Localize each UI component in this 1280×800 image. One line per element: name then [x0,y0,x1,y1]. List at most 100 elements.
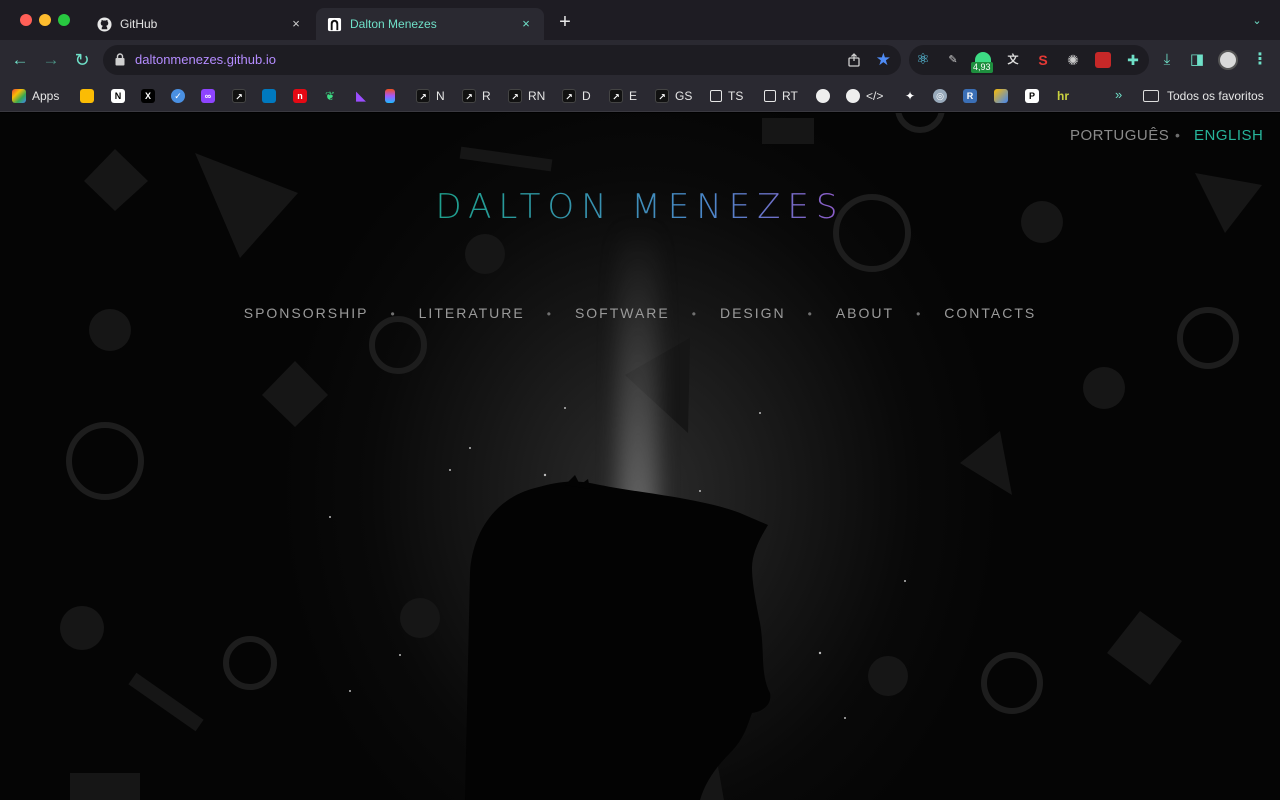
forward-arrow-icon[interactable]: → [41,50,61,70]
bookmark-item[interactable]: N [111,86,131,106]
nav-literature[interactable]: LITERATURE [419,305,525,321]
fullscreen-window-button[interactable] [58,14,70,26]
shortcut-icon: ↗ [416,89,430,103]
x-icon: X [141,89,155,103]
bookmark-item[interactable] [262,86,282,106]
translate-icon[interactable]: 文 [1005,52,1021,68]
bookmark-item[interactable]: X [141,86,161,106]
bookmark-item[interactable]: R [963,86,983,106]
bookmarks-bar: Apps N X ✓ ∞ ↗ n ❦ ◣ ↗ N ↗ R ↗ RN ↗ D ↗ E ↗ GS… [0,80,1280,112]
s-extension-icon[interactable]: S [1035,52,1051,68]
extension-badge: 4,93 [971,62,993,73]
apps-grid-icon [12,89,26,103]
tab-search-icon[interactable]: ⌄ [1250,14,1264,28]
bookmark-label: RT [782,89,798,103]
tab-close-icon[interactable]: × [288,16,304,32]
bookmark-label: D [582,89,591,103]
all-bookmarks-folder[interactable]: Todos os favoritos [1143,86,1264,106]
url-text[interactable]: daltonmenezes.github.io [135,52,276,67]
folder-label: Todos os favoritos [1167,89,1264,103]
openai-icon[interactable]: ✺ [1065,52,1081,68]
nav-about[interactable]: ABOUT [836,305,894,321]
bookmark-item[interactable]: ↗ R [462,86,491,106]
nav-contacts[interactable]: CONTACTS [944,305,1036,321]
nav-software[interactable]: SOFTWARE [575,305,670,321]
bookmark-item[interactable] [80,86,100,106]
page-icon [764,90,776,102]
browser-toolbar: ← → ↻ daltonmenezes.github.io ★ ⚛ ✎ 4,93… [0,40,1280,80]
bookmark-item[interactable]: ↗ RN [508,86,545,106]
r-icon: R [963,89,977,103]
ads-icon [994,89,1008,103]
github-icon [96,16,112,32]
bookmark-label: </> [866,89,884,103]
back-arrow-icon[interactable]: ← [10,50,30,70]
bookmark-item[interactable]: TS [710,86,743,106]
bookmark-item[interactable] [994,86,1014,106]
web-page: PORTUGUÊS • ENGLISH DALTON MENEZES SPONS… [0,113,1280,800]
bookmark-label: E [629,89,638,103]
avatar[interactable] [1218,50,1238,70]
pen-icon[interactable]: ✎ [945,52,961,68]
page-title[interactable]: DALTON MENEZES [0,187,1280,227]
bird-icon: ✦ [904,89,916,103]
more-bookmarks-icon[interactable]: » [1115,87,1122,102]
bookmark-item[interactable]: ✦ [903,86,923,106]
patreon-icon: P [1025,89,1039,103]
bookmark-item[interactable]: ↗ [232,86,252,106]
bookmark-item[interactable]: hr [1056,86,1076,106]
pdf-icon[interactable] [1095,52,1111,68]
bookmark-item[interactable]: ◎ [933,86,953,106]
notion-icon: N [111,89,125,103]
close-window-button[interactable] [20,14,32,26]
side-panel-icon[interactable]: ◨ [1188,51,1206,69]
loop-icon: ∞ [201,89,215,103]
bookmark-item[interactable]: </> [846,86,883,106]
bookmark-item[interactable]: ✓ [171,86,191,106]
nav-separator: • [916,307,923,321]
bookmark-item[interactable]: ↗ D [562,86,591,106]
bookmark-item[interactable]: ↗ N [416,86,445,106]
react-devtools-icon[interactable]: ⚛ [915,52,931,68]
bookmark-item[interactable]: ❦ [323,86,343,106]
bookmark-apps[interactable]: Apps [12,86,59,106]
bookmark-item[interactable] [816,86,836,106]
tab-github[interactable]: GitHub × [86,8,314,40]
tab-dalton-menezes[interactable]: Dalton Menezes × [316,8,544,40]
check-icon: ✓ [171,89,185,103]
main-navigation: SPONSORSHIP • LITERATURE • SOFTWARE • DESIGN • A… [0,305,1280,321]
browser-menu-icon[interactable]: ⋮ [1252,50,1268,70]
github-icon [846,89,860,103]
language-portuguese-link[interactable]: PORTUGUÊS [1070,127,1169,144]
share-icon[interactable] [847,53,861,67]
trello-icon [262,89,276,103]
bookmark-label: N [436,89,445,103]
bookmark-item[interactable]: ∞ [201,86,221,106]
bookmark-item[interactable]: ↗ GS [655,86,692,106]
keep-icon [80,89,94,103]
language-english-link[interactable]: ENGLISH [1194,127,1263,144]
bookmark-item[interactable]: ◣ [354,86,374,106]
bookmark-item[interactable] [385,86,401,106]
nav-design[interactable]: DESIGN [720,305,786,321]
download-icon[interactable]: ⤓ [1158,51,1176,69]
nav-separator: • [390,307,397,321]
minimize-window-button[interactable] [39,14,51,26]
bookmark-item[interactable]: RT [764,86,798,106]
bookmark-item[interactable]: ↗ E [609,86,637,106]
puzzle-icon[interactable]: ✚ [1125,52,1141,68]
tab-close-icon[interactable]: × [518,16,534,32]
tab-title: GitHub [120,17,158,31]
nav-sponsorship[interactable]: SPONSORSHIP [244,305,369,321]
reload-icon[interactable]: ↻ [72,50,92,70]
address-bar[interactable]: daltonmenezes.github.io ★ [103,45,901,75]
nav-separator: • [691,307,698,321]
bookmark-item[interactable]: P [1025,86,1045,106]
bookmark-label: R [482,89,491,103]
bookmark-star-icon[interactable]: ★ [876,50,891,70]
bookmark-item[interactable]: n [293,86,313,106]
kotlin-icon: ◣ [356,88,366,103]
new-tab-button[interactable]: + [555,12,575,32]
site-logo-icon [326,16,342,32]
language-separator: • [1175,127,1180,143]
